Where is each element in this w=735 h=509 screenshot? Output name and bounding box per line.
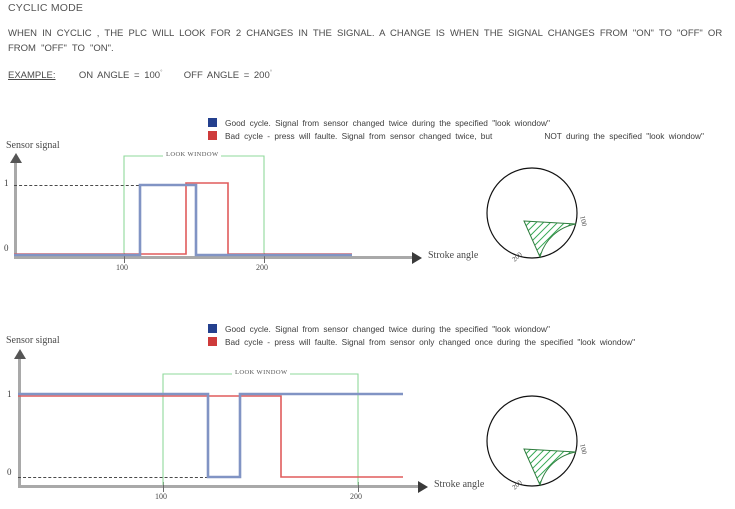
legend-swatch-blue <box>208 118 217 127</box>
legend-swatch-red <box>208 131 217 140</box>
chart-2-signal-blue <box>18 392 403 479</box>
description-paragraph: WHEN IN CYCLIC , THE PLC WILL LOOK FOR 2… <box>8 28 723 54</box>
chart-1-legend: Good cycle. Signal from sensor changed t… <box>208 116 704 142</box>
on-angle-text: ON ANGLE = 100 <box>78 70 161 82</box>
chart-1-signal-red <box>14 182 352 255</box>
circle-outline <box>486 167 578 259</box>
legend-item-good-cycle: Good cycle. Signal from sensor changed t… <box>208 116 704 129</box>
legend-label-bad-cycle-tail: NOT during the specified "look wiondow" <box>544 130 704 141</box>
chart-1-wedge-svg <box>486 167 578 259</box>
page-title: CYCLIC MODE <box>8 2 84 14</box>
off-angle-text: OFF ANGLE = 200 <box>183 70 270 82</box>
chart-1-signals <box>14 182 352 257</box>
degree-icon: ° <box>160 70 163 76</box>
chart-1-plot: Sensor signal Stroke angle 1 0 100 200 L… <box>0 140 478 275</box>
chart-2-circle-diagram: 100 200 <box>480 393 590 493</box>
chart-2-signals <box>18 392 403 479</box>
example-line: EXAMPLE: ON ANGLE = 100° OFF ANGLE = 200… <box>8 70 272 81</box>
chart-2-plot: Sensor signal Stroke angle 1 0 100 200 L… <box>0 330 484 505</box>
legend-label-good-cycle: Good cycle. Signal from sensor changed t… <box>225 117 550 128</box>
chart-1-signal-blue <box>14 183 352 257</box>
degree-icon: ° <box>269 70 273 76</box>
chart-2-signal-red <box>18 395 403 478</box>
chart-2-wedge-svg <box>486 395 578 487</box>
example-label: EXAMPLE: <box>8 70 56 82</box>
circle-outline <box>486 395 578 487</box>
legend-label-bad-cycle: Bad cycle - press will faulte. Signal fr… <box>225 130 493 141</box>
chart-1-circle-diagram: 100 200 <box>480 165 590 265</box>
